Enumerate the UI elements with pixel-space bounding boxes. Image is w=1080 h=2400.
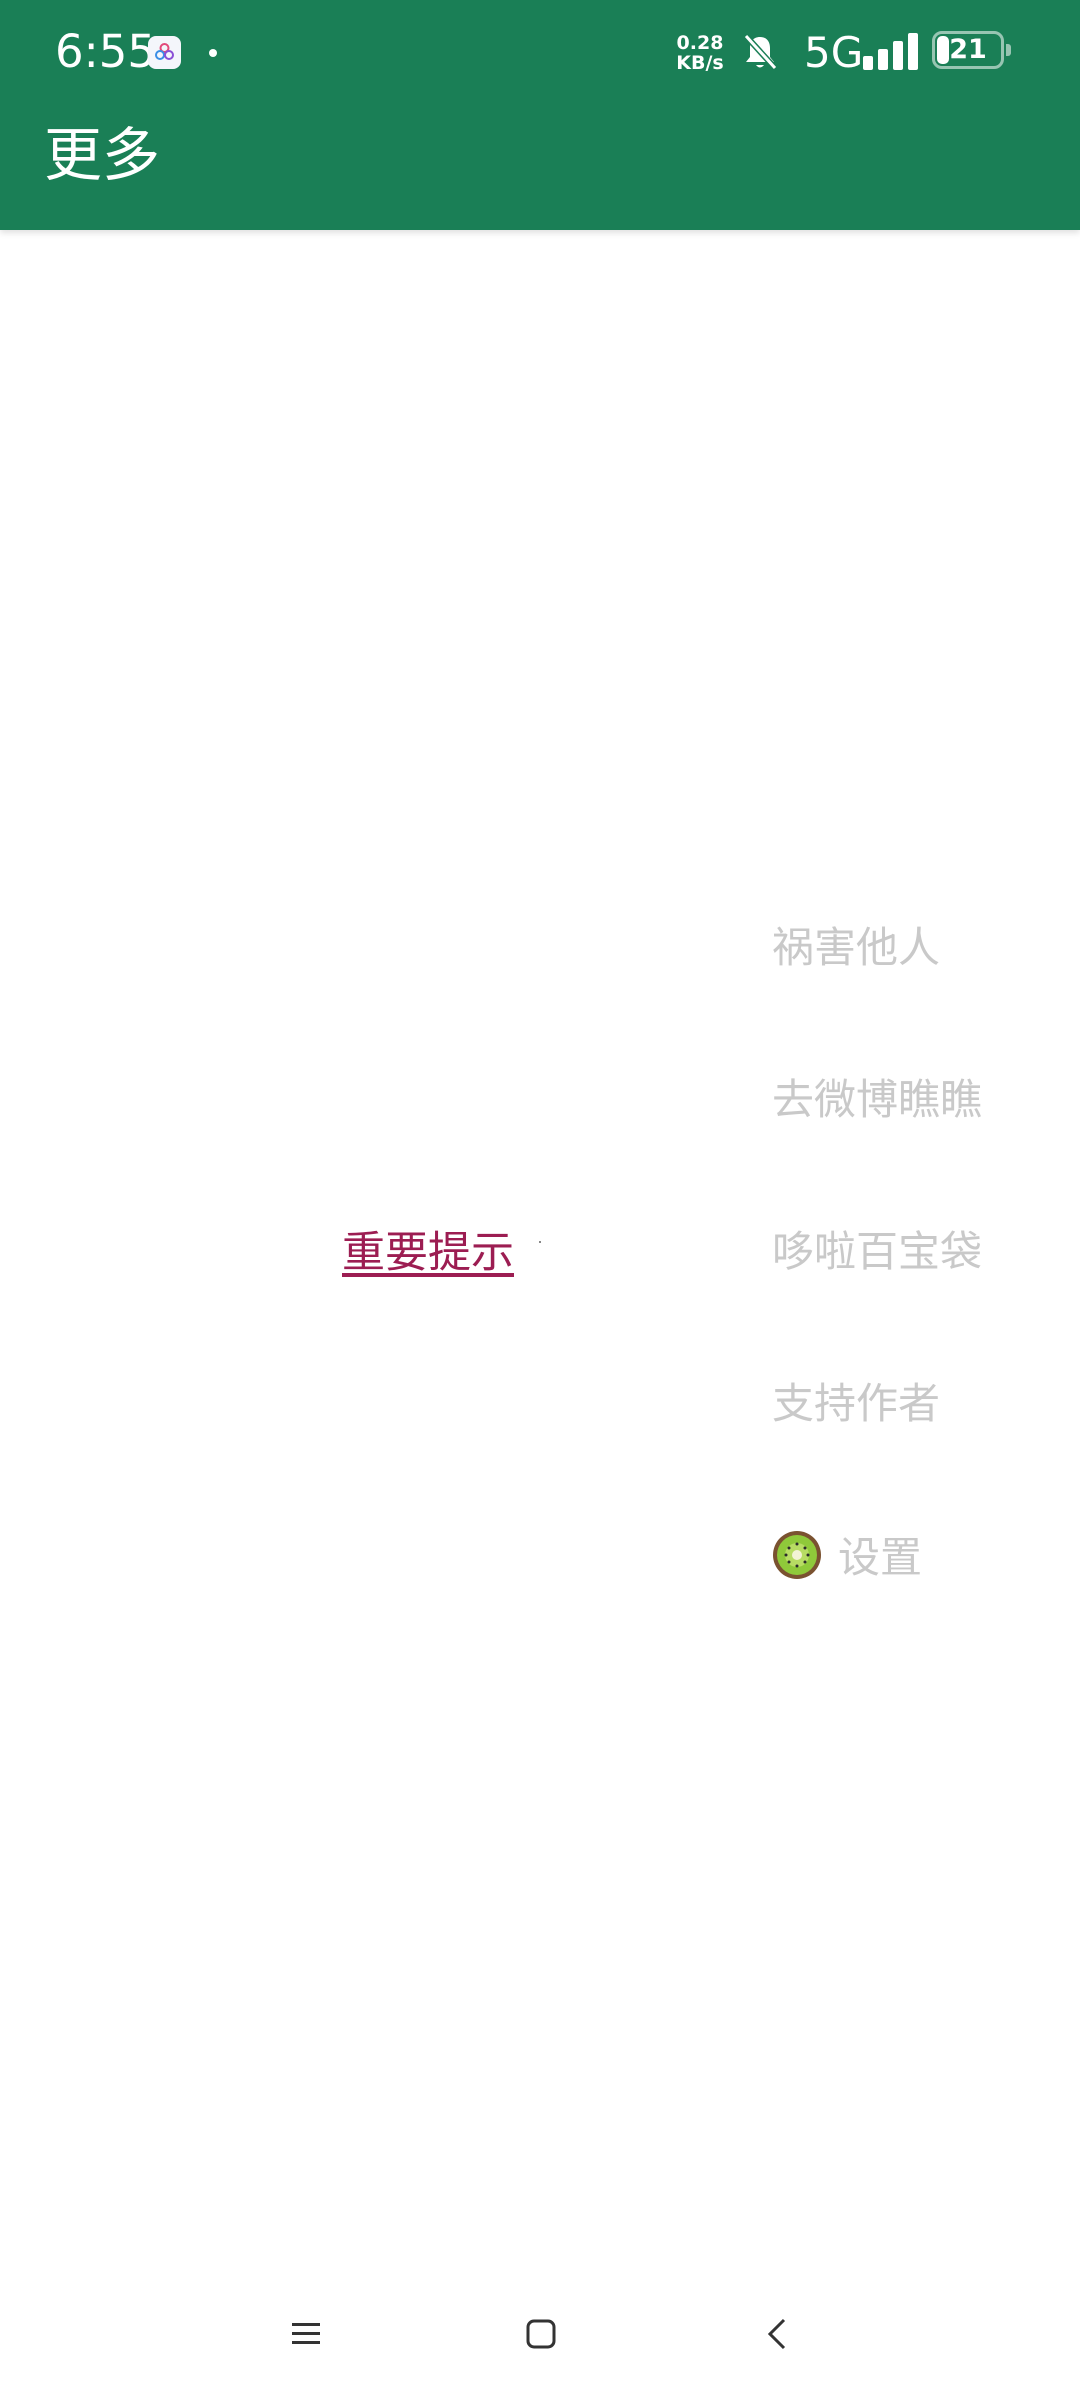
page-title: 更多 xyxy=(44,121,161,189)
app-header: 6:55 0.28 KB/s 5G 21 更多 xyxy=(0,0,1080,230)
menu-item-visit-weibo[interactable]: 去微博瞧瞧 xyxy=(772,1072,982,1128)
dot-mark xyxy=(539,1241,541,1243)
back-icon[interactable] xyxy=(764,2316,790,2352)
status-time: 6:55 xyxy=(55,25,157,78)
network-type: 5G xyxy=(804,28,864,77)
menu-icon[interactable] xyxy=(290,2320,322,2348)
notification-dot xyxy=(209,49,217,57)
battery-level: 21 xyxy=(949,34,987,65)
menu-item-support-author[interactable]: 支持作者 xyxy=(772,1376,940,1432)
bell-off-icon xyxy=(743,33,778,71)
important-notice-link[interactable]: 重要提示 xyxy=(342,1225,514,1281)
network-speed-unit: KB/s xyxy=(676,52,724,74)
network-speed: 0.28 KB/s xyxy=(670,33,730,73)
signal-icon xyxy=(863,33,918,70)
home-icon[interactable] xyxy=(525,2318,557,2350)
menu-item-harm-others[interactable]: 祸害他人 xyxy=(772,920,940,976)
menu-item-settings[interactable]: 设置 xyxy=(838,1530,922,1586)
app-notification-icon xyxy=(148,36,181,69)
network-speed-value: 0.28 xyxy=(676,32,724,54)
menu-item-doraemon-pocket[interactable]: 哆啦百宝袋 xyxy=(772,1224,982,1280)
battery-icon: 21 xyxy=(932,31,1004,69)
kiwi-icon xyxy=(773,1531,821,1579)
